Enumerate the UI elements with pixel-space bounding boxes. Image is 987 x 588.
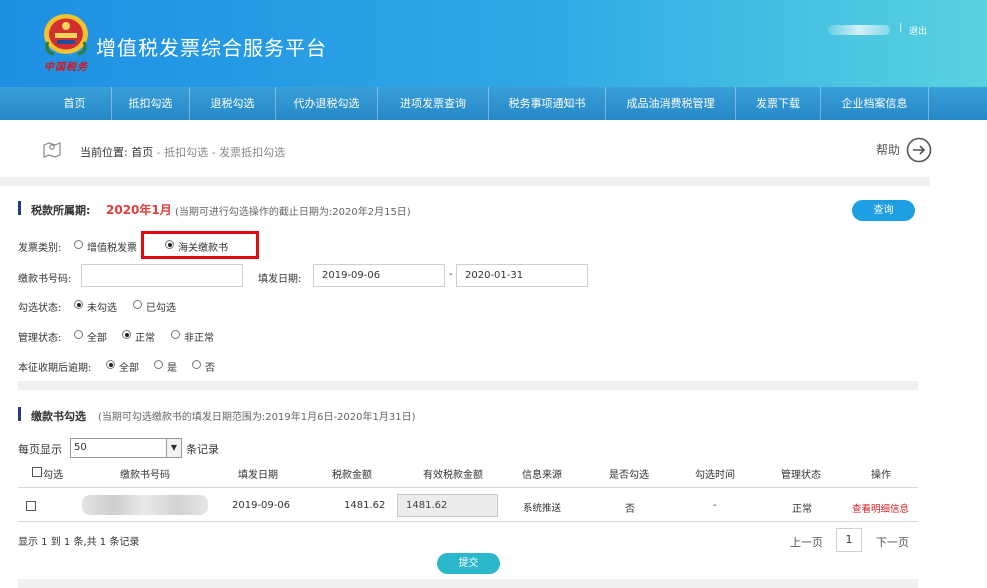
nav-item-refund-select[interactable]: 退税勾选 (190, 87, 276, 120)
issue-date-label: 填发日期: (258, 274, 302, 285)
location-map-icon (43, 142, 61, 158)
payment-no-label: 缴款书号码: (18, 274, 72, 285)
radio-overdue-all-label: 全部 (119, 363, 139, 374)
radio-overdue-yes[interactable] (154, 360, 163, 369)
radio-vat-invoice-label: 增值税发票 (87, 243, 137, 254)
period-label: 税款所属期: (31, 204, 91, 217)
col-header-manage-status: 管理状态 (781, 470, 821, 481)
date-range-dash: - (449, 269, 453, 280)
breadcrumb-prefix: 当前位置: (80, 146, 128, 159)
payment-no-blurred (82, 495, 208, 515)
arrow-right-circle-icon[interactable] (906, 137, 932, 163)
col-header-action: 操作 (871, 470, 891, 481)
per-page-value: 50 (74, 442, 87, 453)
invoice-type-label: 发票类别: (18, 243, 62, 254)
cell-source: 系统推送 (523, 503, 562, 514)
view-detail-link[interactable]: 查看明细信息 (852, 501, 909, 515)
radio-manage-abnormal-label: 非正常 (184, 333, 214, 344)
cell-manage-status: 正常 (792, 504, 812, 515)
payment-no-input[interactable] (81, 264, 243, 287)
period-note: (当期可进行勾选操作的截止日期为:2020年2月15日) (175, 207, 411, 218)
col-header-check-time: 勾选时间 (695, 470, 735, 481)
cell-tax-amount: 1481.62 (344, 500, 386, 511)
per-page-suffix: 条记录 (186, 443, 219, 456)
radio-overdue-all[interactable] (106, 360, 115, 369)
select-all-checkbox[interactable] (32, 467, 42, 477)
radio-manage-normal-label: 正常 (135, 333, 155, 344)
pager-current-page[interactable]: 1 (836, 528, 862, 552)
app-title: 增值税发票综合服务平台 (96, 36, 327, 60)
section-divider-3 (18, 579, 918, 588)
query-button[interactable]: 查询 (852, 200, 915, 221)
nav-item-invoice-download[interactable]: 发票下载 (736, 87, 821, 120)
header-separator: | (899, 22, 903, 33)
nav-item-company-profile[interactable]: 企业档案信息 (821, 87, 929, 120)
nav-item-agent-refund-select[interactable]: 代办退税勾选 (276, 87, 378, 120)
nav-item-tax-notice[interactable]: 税务事项通知书 (489, 87, 606, 120)
logout-link[interactable]: 退出 (909, 24, 927, 37)
cell-is-checked: 否 (625, 504, 635, 515)
col-header-check: 勾选 (43, 470, 63, 481)
check-status-label: 勾选状态: (18, 303, 62, 314)
section-marker (18, 201, 21, 215)
table-summary: 显示 1 到 1 条,共 1 条记录 (18, 537, 140, 548)
per-page-select[interactable]: 50 ▼ (70, 438, 182, 458)
cell-issue-date: 2019-09-06 (232, 500, 291, 511)
radio-vat-invoice[interactable] (74, 240, 83, 249)
breadcrumb: 当前位置: 首页 - 抵扣勾选 - 发票抵扣勾选 (80, 144, 285, 160)
manage-status-label: 管理状态: (18, 333, 62, 344)
nav-item-deduction-select[interactable]: 抵扣勾选 (112, 87, 190, 120)
date-to-input[interactable]: 2020-01-31 (456, 264, 588, 287)
row-checkbox[interactable] (26, 501, 36, 511)
radio-unchecked-label: 未勾选 (87, 303, 117, 314)
radio-checked-label: 已勾选 (146, 303, 176, 314)
col-header-is-checked: 是否勾选 (609, 470, 649, 481)
section-divider-2 (18, 381, 918, 390)
radio-manage-abnormal[interactable] (171, 330, 180, 339)
chevron-down-icon: ▼ (166, 439, 181, 457)
nav-item-home[interactable]: 首页 (38, 87, 112, 120)
brand-signature: 中国税务 (44, 62, 88, 73)
radio-unchecked[interactable] (74, 300, 83, 309)
radio-manage-normal[interactable] (122, 330, 131, 339)
period-value: 2020年1月 (106, 203, 172, 217)
nav-item-oil-excise[interactable]: 成品油消费税管理 (606, 87, 736, 120)
radio-checked[interactable] (133, 300, 142, 309)
cell-effective-amount-input[interactable]: 1481.62 (397, 494, 498, 517)
tax-emblem-icon (44, 14, 88, 56)
cell-check-time: - (713, 500, 717, 511)
list-title: 缴款书勾选 (31, 410, 86, 423)
per-page-prefix: 每页显示 (18, 443, 62, 456)
breadcrumb-trail: - 抵扣勾选 - 发票抵扣勾选 (156, 146, 286, 159)
section-divider (0, 177, 930, 186)
list-section-marker (18, 407, 21, 421)
col-header-effective-amount: 有效税款金额 (423, 470, 483, 481)
radio-manage-all-label: 全部 (87, 333, 107, 344)
date-from-input[interactable]: 2019-09-06 (313, 264, 445, 287)
list-note: (当期可勾选缴款书的填发日期范围为:2019年1月6日-2020年1月31日) (98, 412, 416, 423)
col-header-source: 信息来源 (522, 470, 562, 481)
radio-overdue-no[interactable] (192, 360, 201, 369)
user-name-blurred[interactable] (828, 25, 890, 35)
breadcrumb-home[interactable]: 首页 (131, 146, 153, 159)
col-header-issue-date: 填发日期 (238, 470, 278, 481)
col-header-tax-amount: 税款金额 (332, 470, 372, 481)
pager-prev-button[interactable]: 上一页 (790, 534, 823, 550)
pager-next-button[interactable]: 下一页 (876, 534, 909, 550)
highlight-box (141, 231, 259, 259)
nav-item-input-invoice-query[interactable]: 进项发票查询 (378, 87, 489, 120)
radio-overdue-no-label: 否 (205, 363, 215, 374)
main-nav: 首页 抵扣勾选 退税勾选 代办退税勾选 进项发票查询 税务事项通知书 成品油消费… (0, 87, 987, 120)
radio-manage-all[interactable] (74, 330, 83, 339)
radio-overdue-yes-label: 是 (167, 363, 177, 374)
submit-button[interactable]: 提交 (437, 553, 500, 574)
help-link[interactable]: 帮助 (876, 141, 900, 158)
header-banner: 中国税务 增值税发票综合服务平台 | 退出 (0, 0, 987, 87)
col-header-payment-no: 缴款书号码 (120, 470, 170, 481)
overdue-label: 本征收期后逾期: (18, 363, 92, 374)
app-window: 中国税务 增值税发票综合服务平台 | 退出 首页 抵扣勾选 退税勾选 代办退税勾… (0, 0, 987, 588)
